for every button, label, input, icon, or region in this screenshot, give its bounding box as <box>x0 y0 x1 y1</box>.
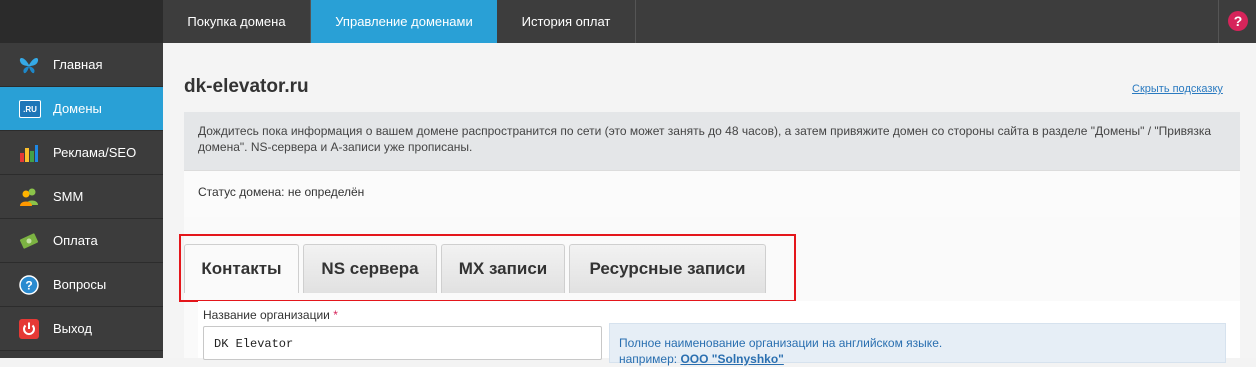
bar-chart-icon <box>20 145 38 162</box>
top-bar-logo-area <box>0 0 163 43</box>
sidebar-item-label: Реклама/SEO <box>53 145 137 160</box>
org-name-label: Название организации * <box>203 308 338 322</box>
ru-domain-icon: .RU <box>19 100 41 118</box>
money-icon <box>19 233 39 249</box>
sidebar-item-logout[interactable]: Выход <box>0 307 163 351</box>
tab-domain-management[interactable]: Управление доменами <box>311 0 497 43</box>
tab-domain-purchase[interactable]: Покупка домена <box>163 0 310 43</box>
org-name-input[interactable]: DK Elevator <box>203 326 602 360</box>
highlight-frame <box>179 234 796 302</box>
power-icon <box>19 319 39 339</box>
sidebar-item-label: Домены <box>53 101 102 116</box>
hint-text: Дождитесь пока информация о вашем домене… <box>198 124 1212 154</box>
tab-divider <box>635 0 636 43</box>
tab-divider <box>1218 0 1219 43</box>
org-name-hint-example: например: OOO "Solnyshko" <box>619 351 784 367</box>
required-mark: * <box>333 308 338 322</box>
sidebar-item-seo[interactable]: Реклама/SEO <box>0 131 163 175</box>
hide-hint-link[interactable]: Скрыть подсказку <box>1132 83 1223 95</box>
page-title: dk-elevator.ru <box>184 76 309 97</box>
sidebar-item-questions[interactable]: ? Вопросы <box>0 263 163 307</box>
sidebar-item-label: Выход <box>53 321 92 336</box>
hint-example-prefix: например: <box>619 352 678 366</box>
sidebar-item-domains[interactable]: .RU Домены <box>0 87 163 131</box>
org-name-hint-text: Полное наименование организации на англи… <box>619 336 943 350</box>
sidebar-item-payment[interactable]: Оплата <box>0 219 163 263</box>
sidebar-item-smm[interactable]: SMM <box>0 175 163 219</box>
svg-text:?: ? <box>25 279 32 293</box>
help-icon[interactable]: ? <box>1228 11 1248 31</box>
sidebar-item-label: Главная <box>53 57 103 72</box>
tab-payment-history[interactable]: История оплат <box>497 0 635 43</box>
butterfly-icon <box>19 57 39 74</box>
people-icon <box>20 188 38 206</box>
hint-example-value: OOO "Solnyshko" <box>680 352 784 366</box>
sidebar-item-label: Вопросы <box>53 277 107 292</box>
org-name-label-text: Название организации <box>203 308 330 322</box>
domain-status: Статус домена: не определён <box>198 185 365 199</box>
question-icon: ? <box>19 275 39 295</box>
sidebar-item-label: SMM <box>53 189 84 204</box>
sidebar-item-label: Оплата <box>53 233 98 248</box>
sidebar-item-home[interactable]: Главная <box>0 43 163 87</box>
